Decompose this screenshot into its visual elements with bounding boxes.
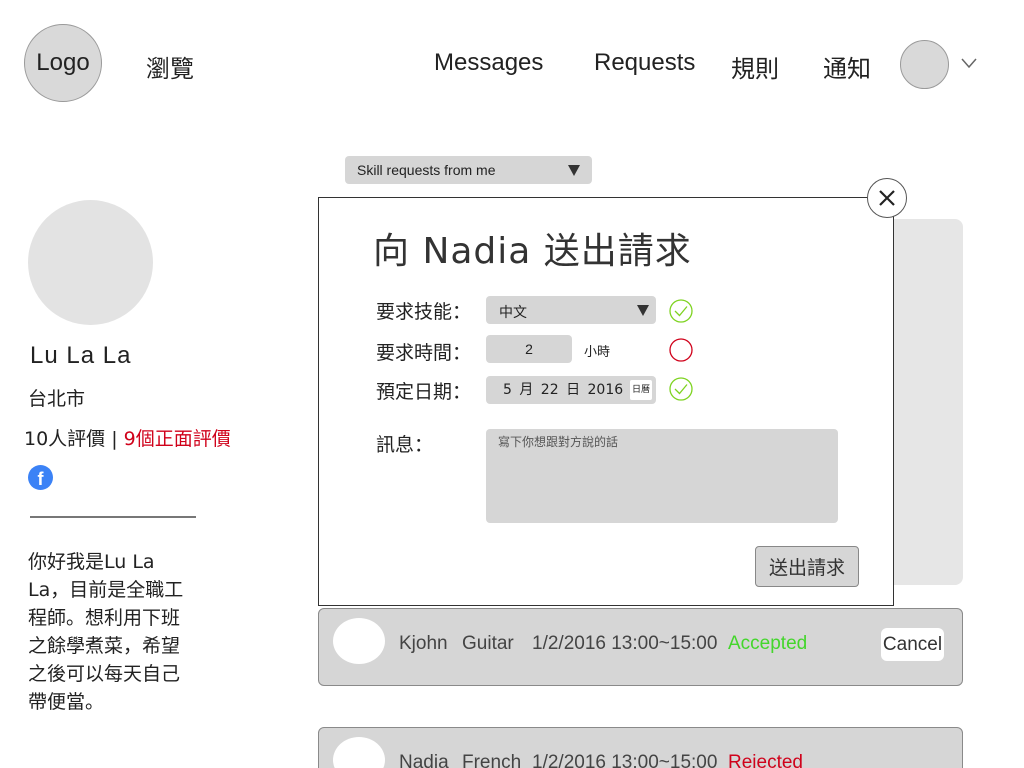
profile-avatar — [28, 200, 153, 325]
profile-name: Lu La La — [30, 342, 132, 369]
calendar-button[interactable]: 日曆 — [630, 380, 652, 400]
request-skill: French — [462, 752, 522, 768]
profile-reviews[interactable]: 10人評價 | 9個正面評價 — [24, 424, 231, 451]
request-time: 1/2/2016 13:00~15:00 — [532, 752, 718, 768]
request-card: Kjohn Guitar 1/2/2016 13:00~15:00 Accept… — [318, 608, 963, 686]
modal-title: 向 Nadia 送出請求 — [373, 231, 692, 272]
request-filter-select[interactable]: Skill requests from me — [345, 156, 592, 184]
nav-notifications[interactable]: 通知 — [823, 49, 871, 84]
time-label: 要求時間： — [376, 342, 472, 364]
cancel-request-button[interactable]: Cancel — [881, 628, 944, 661]
dropdown-caret-icon — [637, 305, 649, 316]
request-name: Kjohn — [399, 633, 448, 654]
requester-avatar — [333, 618, 385, 664]
check-circle-icon — [669, 299, 693, 323]
skill-select[interactable]: 中文 — [486, 296, 656, 324]
message-label: 訊息： — [376, 434, 434, 456]
message-textarea[interactable]: 寫下你想跟對方說的話 — [486, 429, 838, 523]
profile-city: 台北市 — [28, 388, 86, 410]
profile-divider — [30, 516, 196, 518]
nav-messages[interactable]: Messages — [434, 49, 543, 77]
request-status: Accepted — [728, 633, 808, 654]
reviews-separator: | — [105, 428, 124, 450]
date-input[interactable]: 5 月 22 日 2016 日曆 — [486, 376, 656, 404]
request-skill: Guitar — [462, 633, 514, 654]
request-time: 1/2/2016 13:00~15:00 — [532, 633, 718, 654]
reviews-positive[interactable]: 9個正面評價 — [124, 428, 231, 450]
error-circle-icon — [669, 338, 693, 362]
nav-browse[interactable]: 瀏覽 — [146, 49, 194, 84]
user-avatar[interactable] — [900, 40, 949, 89]
skill-label: 要求技能： — [376, 301, 472, 323]
hours-input[interactable]: 2 — [486, 335, 572, 363]
logo[interactable]: Logo — [24, 24, 102, 102]
reviews-count: 10人評價 — [24, 428, 106, 450]
nav-requests[interactable]: Requests — [594, 49, 695, 77]
logo-text: Logo — [36, 49, 90, 76]
skill-selected-value: 中文 — [499, 305, 527, 321]
close-icon[interactable] — [867, 178, 907, 218]
nav-rules[interactable]: 規則 — [731, 49, 779, 84]
request-name: Nadia — [399, 752, 449, 768]
send-request-modal: 向 Nadia 送出請求 要求技能： 中文 要求時間： 2 小時 預定日期： 5… — [318, 197, 894, 606]
send-request-button[interactable]: 送出請求 — [755, 546, 859, 587]
hours-unit: 小時 — [584, 345, 611, 360]
date-value: 5 月 22 日 2016 — [503, 382, 624, 398]
requester-avatar — [333, 737, 385, 768]
request-card: Nadia French 1/2/2016 13:00~15:00 Reject… — [318, 727, 963, 768]
facebook-icon[interactable]: f — [28, 465, 53, 490]
filter-selected-label: Skill requests from me — [357, 162, 496, 178]
profile-bio: 你好我是Lu La La，目前是全職工程師。想利用下班之餘學煮菜，希望之後可以每… — [28, 551, 184, 713]
dropdown-caret-icon — [568, 165, 580, 176]
date-label: 預定日期： — [376, 381, 472, 403]
check-circle-icon — [669, 377, 693, 401]
request-status: Rejected — [728, 752, 803, 768]
close-x-glyph — [879, 190, 895, 206]
chevron-down-icon[interactable] — [960, 56, 978, 70]
